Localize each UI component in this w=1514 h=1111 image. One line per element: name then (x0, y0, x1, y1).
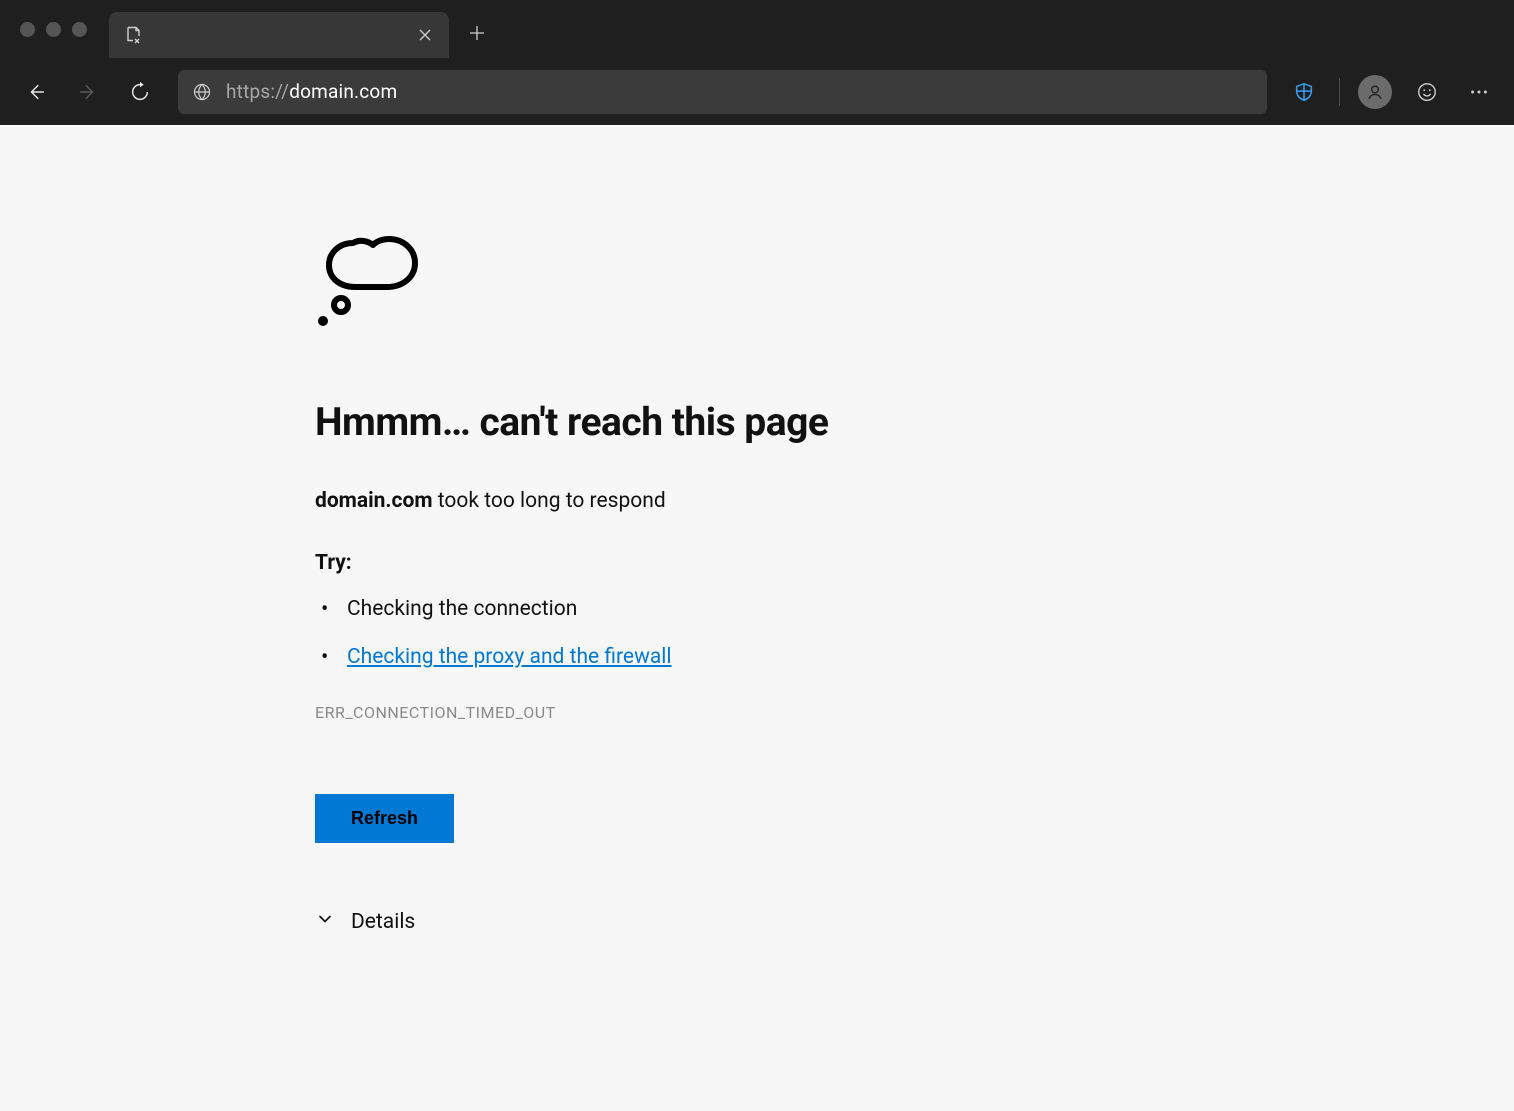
suggestion-item: Checking the connection (315, 597, 900, 621)
globe-icon (192, 82, 212, 102)
profile-button[interactable] (1354, 71, 1396, 113)
profile-avatar-icon (1358, 75, 1392, 109)
new-tab-button[interactable] (457, 13, 497, 53)
window-controls (12, 22, 99, 37)
toolbar-divider (1339, 78, 1340, 106)
more-menu-icon[interactable] (1458, 71, 1500, 113)
error-host: domain.com (315, 489, 433, 513)
try-label: Try: (315, 551, 900, 575)
error-subtitle-text: took too long to respond (433, 489, 666, 513)
url-scheme: https:// (226, 80, 289, 103)
error-subtitle: domain.com took too long to respond (315, 489, 900, 513)
feedback-icon[interactable] (1406, 71, 1448, 113)
suggestion-list: Checking the connection Checking the pro… (315, 597, 900, 669)
back-button[interactable] (14, 70, 58, 114)
error-page: Hmmm… can't reach this page domain.com t… (0, 125, 900, 935)
suggestion-text: Checking the connection (347, 597, 577, 621)
details-label: Details (351, 910, 415, 934)
browser-tab[interactable] (109, 12, 449, 58)
suggestion-item: Checking the proxy and the firewall (315, 645, 900, 669)
chevron-down-icon (315, 909, 335, 935)
error-title: Hmmm… can't reach this page (315, 399, 900, 445)
thought-bubble-icon (315, 225, 900, 339)
minimize-window-button[interactable] (46, 22, 61, 37)
tracking-prevention-icon[interactable] (1283, 71, 1325, 113)
refresh-button[interactable] (118, 70, 162, 114)
refresh-page-button[interactable]: Refresh (315, 794, 454, 843)
url-domain: domain.com (289, 80, 397, 103)
url-text: https://domain.com (226, 80, 397, 103)
forward-button[interactable] (66, 70, 110, 114)
address-bar[interactable]: https://domain.com (178, 70, 1267, 114)
toolbar-right (1283, 71, 1500, 113)
browser-chrome: https://domain.com (0, 0, 1514, 125)
close-window-button[interactable] (20, 22, 35, 37)
details-toggle[interactable]: Details (315, 909, 900, 935)
maximize-window-button[interactable] (72, 22, 87, 37)
tab-bar (0, 0, 1514, 58)
proxy-firewall-link[interactable]: Checking the proxy and the firewall (347, 645, 672, 669)
error-code: ERR_CONNECTION_TIMED_OUT (315, 703, 900, 722)
tab-error-icon (123, 25, 143, 45)
toolbar: https://domain.com (0, 58, 1514, 125)
close-tab-icon[interactable] (415, 25, 435, 45)
